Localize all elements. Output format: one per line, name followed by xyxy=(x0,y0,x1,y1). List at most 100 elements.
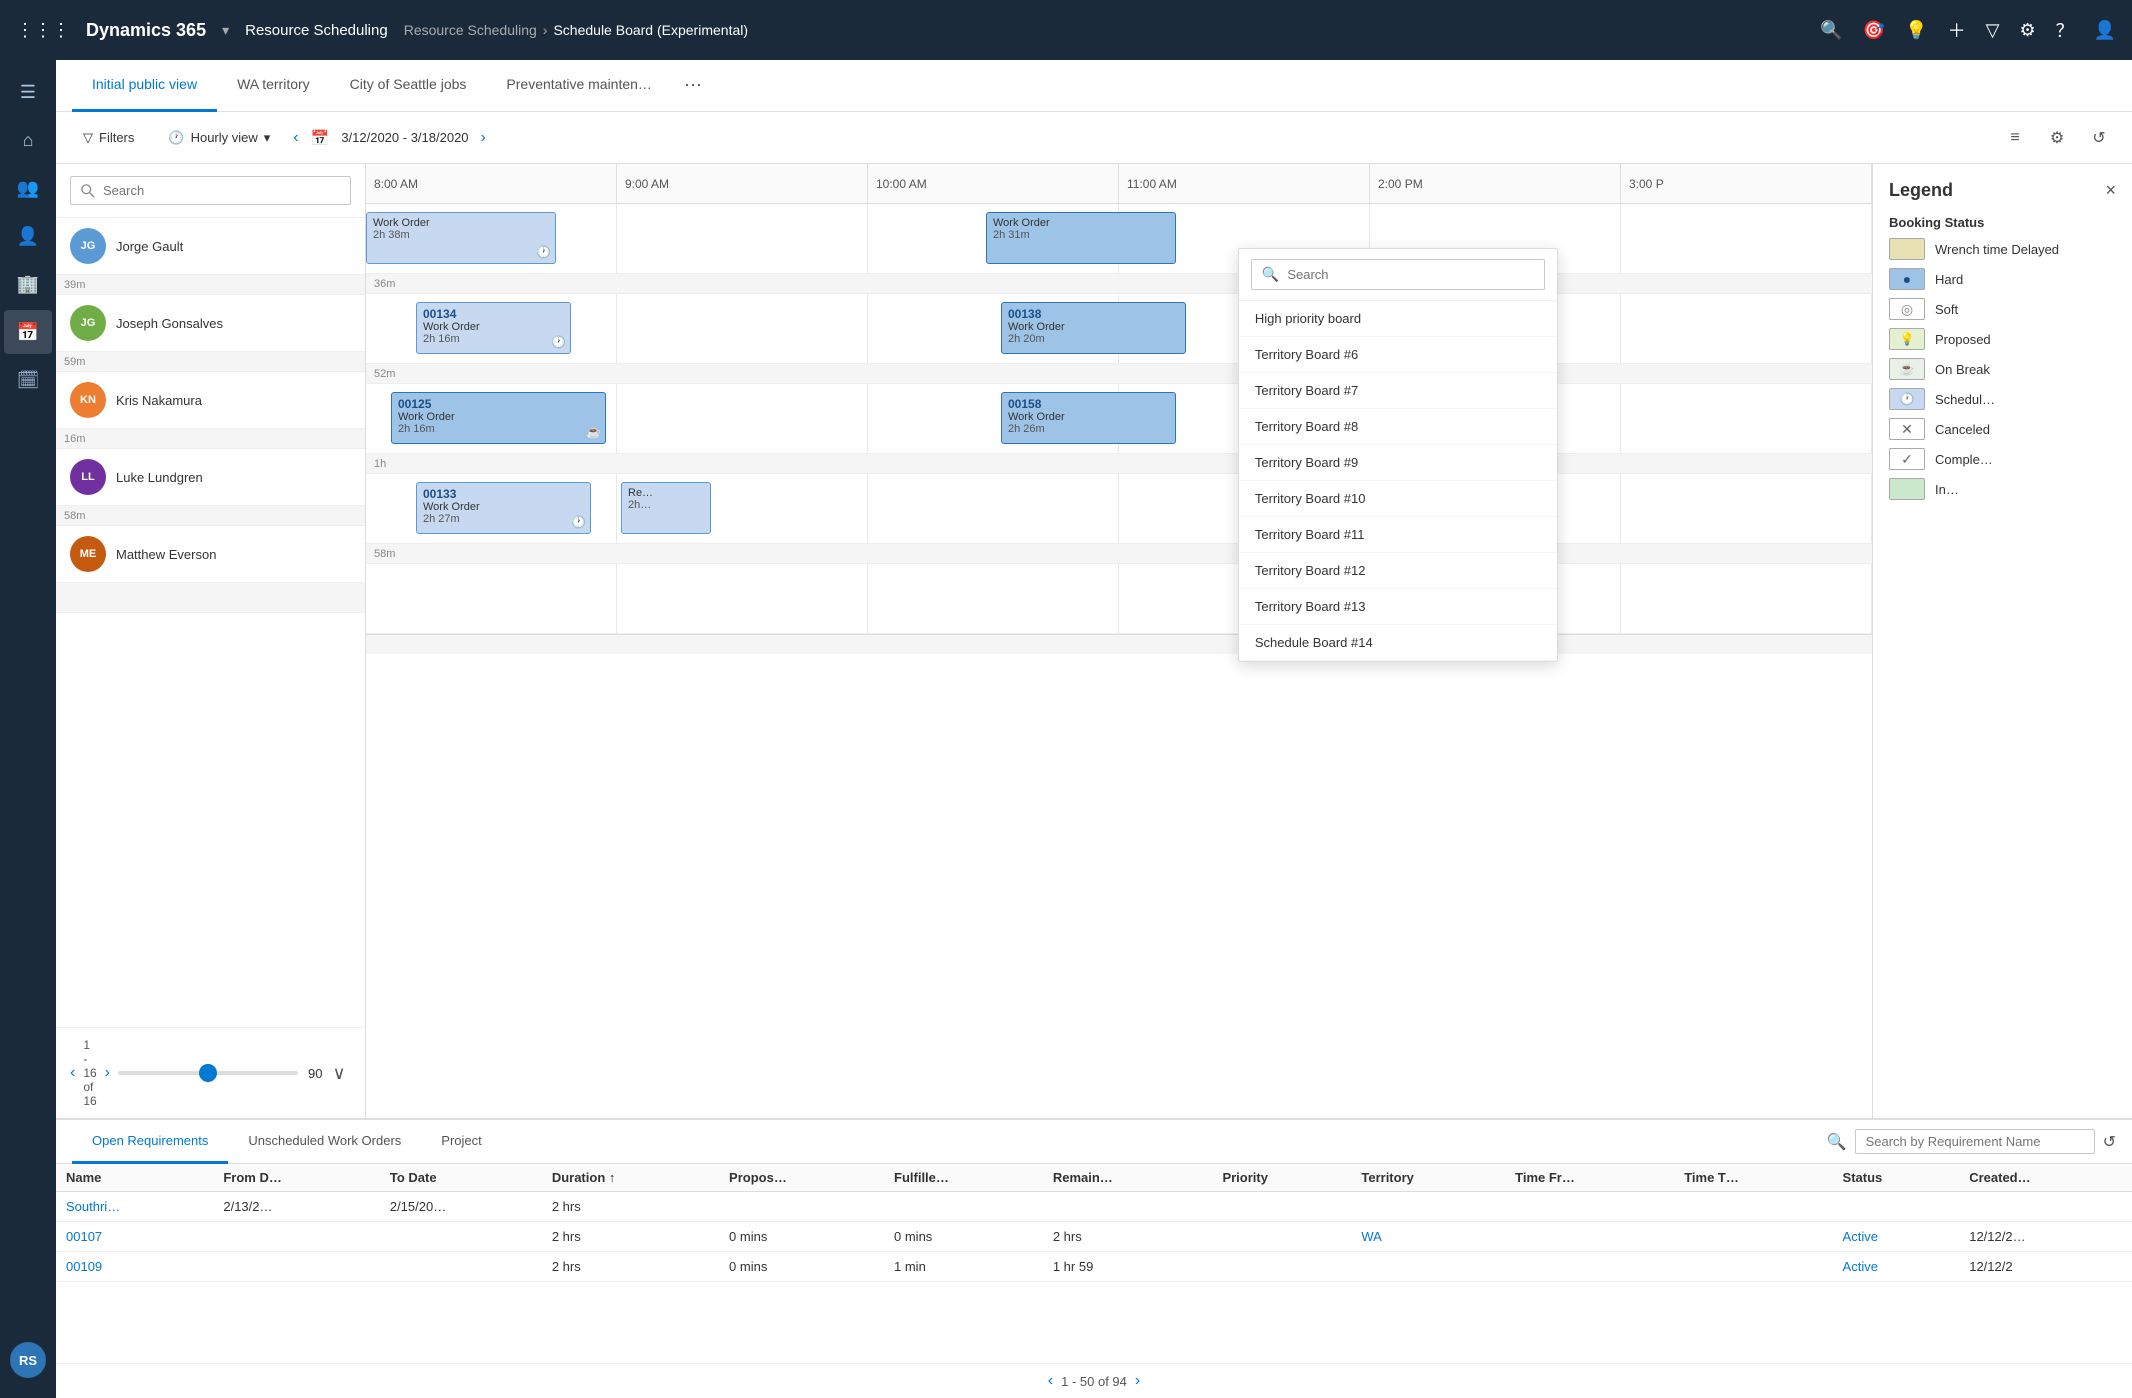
tab-unscheduled-work[interactable]: Unscheduled Work Orders xyxy=(228,1120,421,1164)
user-icon[interactable]: 👤 xyxy=(2094,20,2116,41)
schedule-row-luke: 00133 Work Order 2h 27m 🕐 Re… 2h… xyxy=(366,474,1872,544)
expand-button[interactable]: ∨ xyxy=(332,1063,345,1084)
sidebar-calendar2-icon[interactable]: 🗓 xyxy=(4,358,52,402)
gap-row: 36m xyxy=(366,274,1872,294)
list-item[interactable]: LL Luke Lundgren xyxy=(56,449,365,506)
resource-next-page[interactable]: › xyxy=(105,1064,110,1082)
resource-search-box[interactable] xyxy=(70,176,351,205)
app-logo[interactable]: Dynamics 365 xyxy=(86,20,206,41)
dropdown-item-territory12[interactable]: Territory Board #12 xyxy=(1239,553,1557,589)
page-info: 1 - 50 of 94 xyxy=(1061,1374,1127,1389)
req-status-link[interactable]: Active xyxy=(1843,1259,1878,1274)
work-block[interactable]: 00134 Work Order 2h 16m 🕐 xyxy=(416,302,571,354)
list-view-button[interactable]: ≡ xyxy=(1998,121,2032,155)
tab-wa-territory[interactable]: WA territory xyxy=(217,60,330,112)
prev-page-button[interactable]: ‹ xyxy=(1048,1372,1053,1390)
logo-chevron[interactable]: ▾ xyxy=(222,22,229,39)
dropdown-item-scheduleboard14[interactable]: Schedule Board #14 xyxy=(1239,625,1557,661)
dropdown-item-territory10[interactable]: Territory Board #10 xyxy=(1239,481,1557,517)
zoom-slider[interactable] xyxy=(118,1071,298,1075)
next-date-button[interactable]: › xyxy=(481,129,486,147)
dropdown-item-territory8[interactable]: Territory Board #8 xyxy=(1239,409,1557,445)
settings-button[interactable]: ⚙ xyxy=(2040,121,2074,155)
tab-seattle-jobs[interactable]: City of Seattle jobs xyxy=(330,60,487,112)
tab-open-requirements[interactable]: Open Requirements xyxy=(72,1120,228,1164)
resource-prev-page[interactable]: ‹ xyxy=(70,1064,75,1082)
req-name-link[interactable]: Southri… xyxy=(66,1199,120,1214)
req-remaining: 2 hrs xyxy=(1043,1222,1213,1252)
next-page-button[interactable]: › xyxy=(1135,1372,1140,1390)
dropdown-item-territory9[interactable]: Territory Board #9 xyxy=(1239,445,1557,481)
filter-icon[interactable]: ▽ xyxy=(1986,20,2000,41)
filters-button[interactable]: ▽ Filters xyxy=(72,123,145,153)
board-dropdown: 🔍 High priority board Territory Board #6… xyxy=(1238,248,1558,662)
sidebar-calendar-icon[interactable]: 📅 xyxy=(4,310,52,354)
time-cell xyxy=(1621,294,1872,363)
resource-search-input[interactable] xyxy=(103,183,340,198)
target-icon[interactable]: 🎯 xyxy=(1863,20,1885,41)
search-icon[interactable]: 🔍 xyxy=(1820,20,1842,41)
tab-more-button[interactable]: ⋯ xyxy=(676,71,710,100)
sidebar-group-icon[interactable]: 🏢 xyxy=(4,262,52,306)
hourly-view-button[interactable]: 🕐 Hourly view ▾ xyxy=(157,123,281,153)
sidebar-users-icon[interactable]: 👥 xyxy=(4,166,52,210)
legend-close-button[interactable]: × xyxy=(2105,180,2116,201)
refresh-icon[interactable]: ↺ xyxy=(2103,1132,2116,1152)
sidebar-home-icon[interactable]: ⌂ xyxy=(4,118,52,162)
legend-item-canceled: ✕ Canceled xyxy=(1889,418,2116,440)
work-block[interactable]: Work Order 2h 38m 🕐 xyxy=(366,212,556,264)
lightbulb-icon[interactable]: 💡 xyxy=(1905,20,1927,41)
slider-thumb[interactable] xyxy=(199,1064,217,1082)
tab-project[interactable]: Project xyxy=(421,1120,501,1164)
gap-row: 58m xyxy=(366,544,1872,564)
refresh-button[interactable]: ↺ xyxy=(2082,121,2116,155)
waffle-icon[interactable]: ⋮⋮⋮ xyxy=(16,20,70,41)
tab-initial-public[interactable]: Initial public view xyxy=(72,60,217,112)
work-block[interactable]: 00133 Work Order 2h 27m 🕐 xyxy=(416,482,591,534)
dropdown-search-box[interactable]: 🔍 xyxy=(1251,259,1545,290)
sidebar-menu-icon[interactable]: ☰ xyxy=(4,70,52,114)
time-gap-row: 16m xyxy=(56,429,365,449)
time-cell xyxy=(1621,204,1872,273)
bottom-search-input[interactable] xyxy=(1855,1129,2095,1154)
req-name-link[interactable]: 00109 xyxy=(66,1259,102,1274)
list-item[interactable]: ME Matthew Everson xyxy=(56,526,365,583)
avatar: JG xyxy=(70,305,106,341)
list-item[interactable]: JG Jorge Gault xyxy=(56,218,365,275)
req-territory-link[interactable]: WA xyxy=(1361,1229,1381,1244)
work-block[interactable]: 00158 Work Order 2h 26m xyxy=(1001,392,1176,444)
col-duration: Duration ↑ xyxy=(542,1164,719,1192)
req-status-link[interactable]: Active xyxy=(1843,1229,1878,1244)
avatar: KN xyxy=(70,382,106,418)
dropdown-search-input[interactable] xyxy=(1287,267,1534,282)
dropdown-item-territory13[interactable]: Territory Board #13 xyxy=(1239,589,1557,625)
settings-icon[interactable]: ⚙ xyxy=(2019,20,2035,41)
work-block[interactable]: Work Order 2h 31m xyxy=(986,212,1176,264)
col-fulfilled: Fulfille… xyxy=(884,1164,1043,1192)
prev-date-button[interactable]: ‹ xyxy=(293,129,298,147)
list-item[interactable]: JG Joseph Gonsalves xyxy=(56,295,365,352)
list-item[interactable]: KN Kris Nakamura xyxy=(56,372,365,429)
req-name-link[interactable]: 00107 xyxy=(66,1229,102,1244)
page-nav: ‹ 1 - 50 of 94 › xyxy=(1048,1372,1140,1390)
legend-item-soft: ◎ Soft xyxy=(1889,298,2116,320)
dropdown-item-territory11[interactable]: Territory Board #11 xyxy=(1239,517,1557,553)
sidebar-bottom: RS xyxy=(0,1342,56,1378)
tab-preventative[interactable]: Preventative mainten… xyxy=(486,60,672,112)
time-cell xyxy=(868,474,1119,543)
dropdown-item-high-priority[interactable]: High priority board xyxy=(1239,301,1557,337)
work-block[interactable]: Re… 2h… xyxy=(621,482,711,534)
work-block[interactable]: 00138 Work Order 2h 20m xyxy=(1001,302,1186,354)
work-block[interactable]: 00125 Work Order 2h 16m ☕ xyxy=(391,392,606,444)
sidebar-person-icon[interactable]: 👤 xyxy=(4,214,52,258)
sidebar-avatar[interactable]: RS xyxy=(10,1342,46,1378)
plus-icon[interactable]: ＋ xyxy=(1948,17,1966,43)
help-icon[interactable]: ？ xyxy=(2056,17,2074,43)
dropdown-item-territory6[interactable]: Territory Board #6 xyxy=(1239,337,1557,373)
req-proposed: 0 mins xyxy=(719,1252,884,1282)
dropdown-item-territory7[interactable]: Territory Board #7 xyxy=(1239,373,1557,409)
breadcrumb: Resource Scheduling › Schedule Board (Ex… xyxy=(404,22,748,38)
req-priority xyxy=(1212,1222,1351,1252)
gap-row: 52m xyxy=(366,364,1872,384)
legend-label-scheduled: Schedul… xyxy=(1935,392,1995,407)
